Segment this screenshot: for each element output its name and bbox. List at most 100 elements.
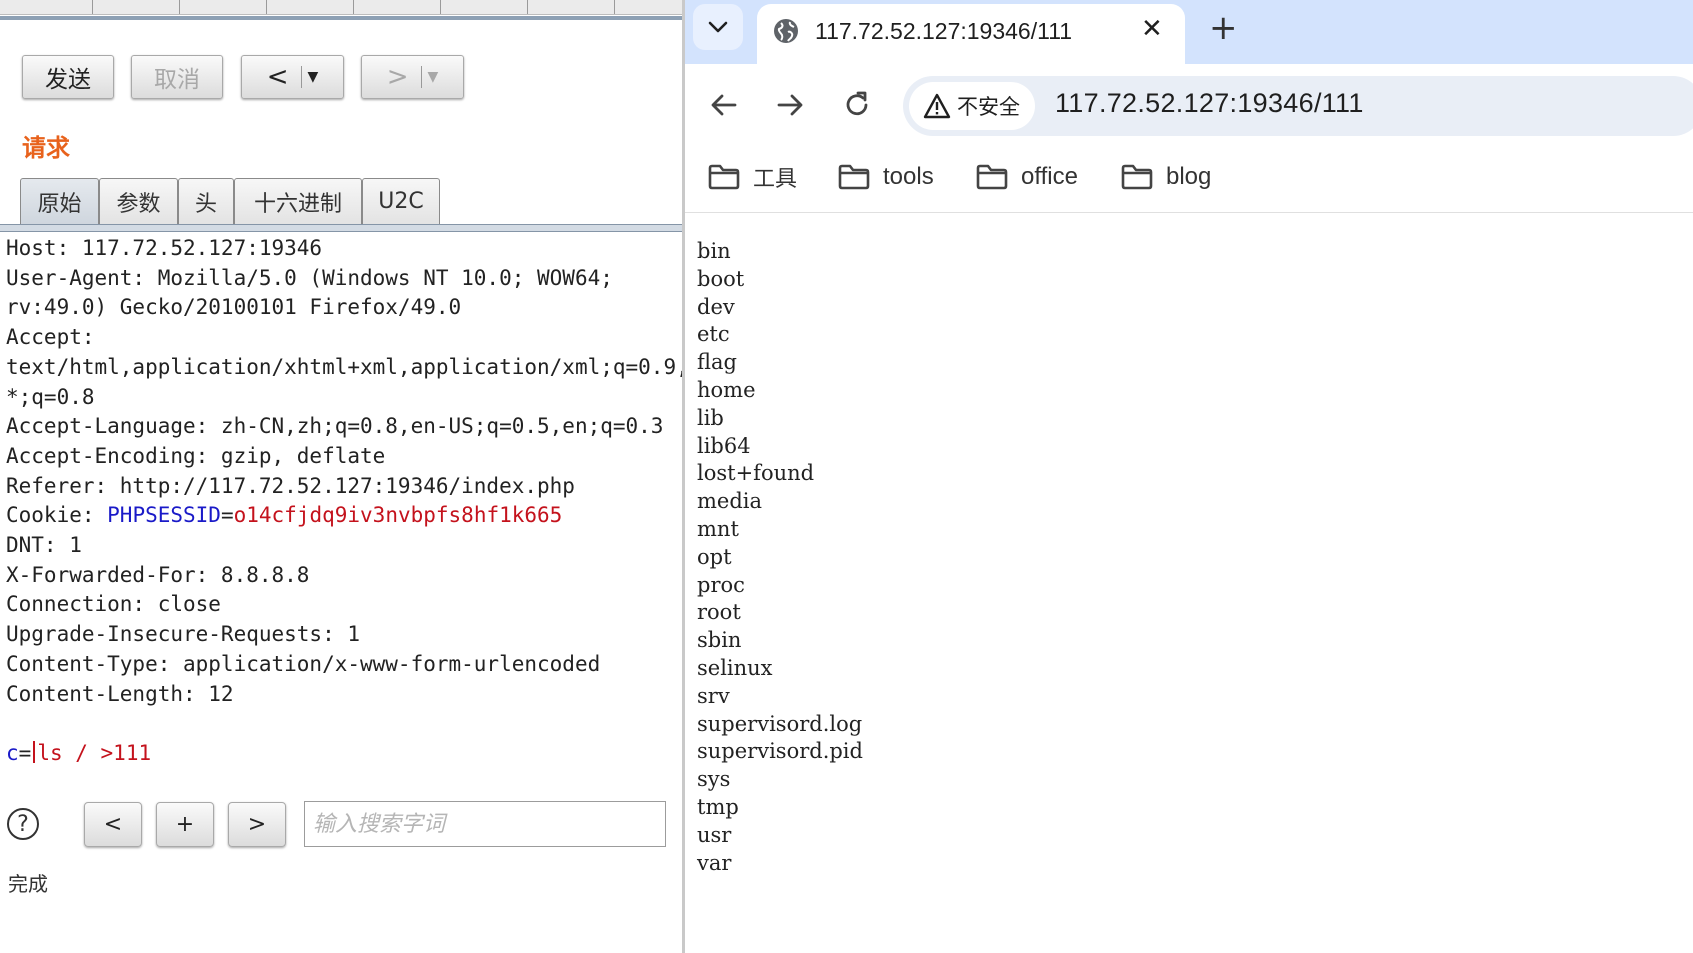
url-text[interactable]: 117.72.52.127:19346/111 [1055,88,1364,119]
list-item: home [697,377,756,402]
body-param-name: c [6,740,19,765]
divider-line [0,16,682,20]
help-icon[interactable]: ? [7,808,39,840]
request-line: Accept-Language: zh-CN,zh;q=0.8,en-US;q=… [6,414,664,439]
tab-raw[interactable]: 原始 [20,178,99,224]
bookmark-folder-tools[interactable]: tools [837,160,934,194]
text-cursor [33,740,36,763]
back-arrow-icon[interactable] [709,90,739,120]
bookmark-label: blog [1166,163,1212,190]
burp-request-pane: 发送 取消 < ▼ > ▼ 请求 原始 参数 头 十六进制 U2C Host: 11… [0,0,682,953]
bookmark-folder-blog[interactable]: blog [1120,160,1211,194]
forward-button[interactable]: > ▼ [361,55,464,99]
bookmark-label: office [1021,163,1078,190]
bookmark-folder-tools-cn[interactable]: 工具 [707,160,797,194]
new-tab-button[interactable]: + [1209,8,1238,48]
request-editor[interactable]: Host: 117.72.52.127:19346 User-Agent: Moz… [6,234,682,769]
request-line: Referer: http://117.72.52.127:19346/inde… [6,473,575,498]
bookmark-folder-office[interactable]: office [975,160,1078,194]
dropdown-icon[interactable]: ▼ [428,69,439,85]
browser-tab-active[interactable]: 117.72.52.127:19346/111 ✕ [757,4,1185,64]
tab-underline [0,224,682,232]
list-item: usr [697,822,732,847]
request-line: Accept-Encoding: gzip, deflate [6,443,386,468]
top-tab-strip [0,0,682,15]
tab-search-button[interactable] [693,4,743,50]
bookmark-label: tools [883,163,934,190]
globe-icon [774,19,798,43]
tab-hex[interactable]: 十六进制 [234,178,362,224]
body-equals: = [18,740,32,765]
search-input[interactable] [304,801,666,847]
body-param-value: ls / >111 [37,740,152,765]
list-item: root [697,600,741,625]
status-text: 完成 [8,872,48,896]
back-button[interactable]: < ▼ [241,55,344,99]
list-item: media [697,489,763,514]
request-line: User-Agent: Mozilla/5.0 (Windows NT 10.0… [6,265,613,290]
browser-window: 117.72.52.127:19346/111 ✕ + 不安全 117.72.5… [685,0,1693,953]
request-line: Content-Length: 12 [6,681,234,706]
list-item: srv [697,683,730,708]
request-line: Upgrade-Insecure-Requests: 1 [6,622,361,647]
cookie-value: o14cfjdq9iv3nvbpfs8hf1k665 [233,503,563,528]
tab-params[interactable]: 参数 [99,178,178,224]
security-indicator[interactable]: 不安全 [909,82,1035,130]
list-item: opt [697,544,732,569]
folder-icon [838,164,870,190]
bookmark-label: 工具 [753,167,798,192]
send-button[interactable]: 发送 [22,55,114,99]
list-item: lost+found [697,461,815,486]
reload-icon[interactable] [842,90,872,120]
cookie-equals: = [220,503,234,528]
folder-icon [976,164,1008,190]
tab-u2c[interactable]: U2C [362,178,440,224]
list-item: flag [697,350,737,375]
request-line: rv:49.0) Gecko/20100101 Firefox/49.0 [6,295,462,320]
close-icon[interactable]: ✕ [1141,14,1163,44]
forward-arrow-icon[interactable] [775,90,805,120]
insecure-label: 不安全 [957,95,1020,119]
list-item: selinux [697,655,773,680]
request-line: Accept: [6,325,95,350]
request-line: X-Forwarded-For: 8.8.8.8 [6,562,310,587]
list-item: sbin [697,628,742,653]
cookie-name: PHPSESSID [107,503,221,528]
list-item: dev [697,294,735,319]
search-next-button[interactable]: > [228,802,286,847]
folder-icon [1121,164,1153,190]
list-item: supervisord.pid [697,739,863,764]
directory-listing: bin boot dev etc flag home lib lib64 lost+found m… [697,238,863,877]
request-body-line: c= ls / >111 [6,739,682,769]
list-item: mnt [697,516,739,541]
search-prev-button[interactable]: < [84,802,142,847]
cancel-button[interactable]: 取消 [131,55,223,99]
request-line: Content-Type: application/x-www-form-url… [6,651,601,676]
list-item: etc [697,322,730,347]
list-item: boot [697,266,745,291]
list-item: lib64 [697,433,751,458]
list-item: supervisord.log [697,711,863,736]
back-arrow-icon: < [266,62,289,92]
dropdown-icon[interactable]: ▼ [308,69,319,85]
request-line: Host: 117.72.52.127:19346 [6,236,323,260]
list-item: sys [697,767,731,792]
list-item: var [697,850,732,875]
cookie-line: Cookie: PHPSESSID=o14cfjdq9iv3nvbpfs8hf1… [6,501,682,531]
warning-icon [923,93,951,119]
list-item: bin [697,239,731,263]
tab-title: 117.72.52.127:19346/111 [815,18,1073,44]
request-line: *;q=0.8 [6,384,95,409]
cookie-label: Cookie: [6,503,108,528]
request-line: text/html,application/xhtml+xml,applicat… [6,354,682,379]
list-item: lib [697,405,724,430]
request-line: DNT: 1 [6,533,82,558]
list-item: tmp [697,794,739,819]
search-add-button[interactable]: + [156,802,214,847]
forward-arrow-icon: > [386,62,409,92]
request-line: Connection: close [6,592,221,617]
folder-icon [708,164,740,190]
request-section-title: 请求 [22,133,70,162]
tab-headers[interactable]: 头 [178,178,234,224]
list-item: proc [697,572,745,597]
